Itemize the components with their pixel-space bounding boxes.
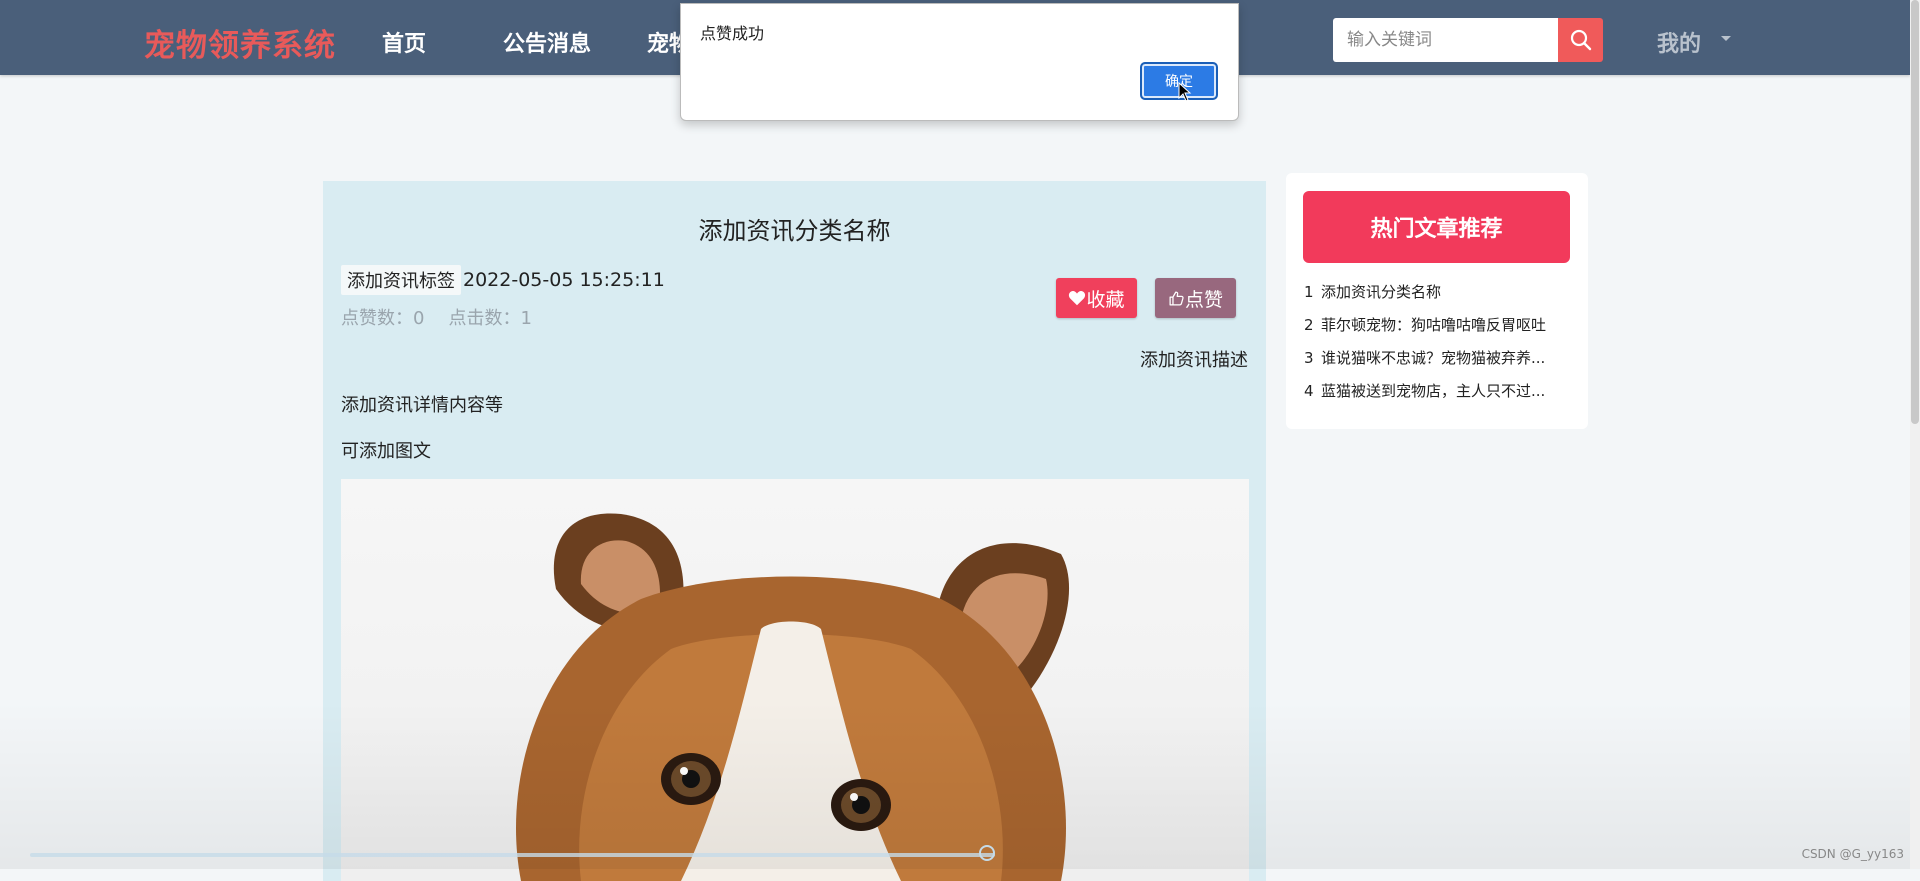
item-number: 2 bbox=[1304, 316, 1314, 334]
article-date: 2022-05-05 15:25:11 bbox=[463, 269, 665, 291]
article-title: 添加资讯分类名称 bbox=[698, 217, 891, 245]
my-menu[interactable]: 我的 bbox=[1657, 26, 1701, 58]
horizontal-scroll-track[interactable] bbox=[30, 853, 995, 857]
alert-dialog: 点赞成功 确定 bbox=[680, 3, 1239, 121]
like-label: 点赞 bbox=[1184, 288, 1223, 311]
hot-articles-list: 1 添加资讯分类名称 2 菲尔顿宠物：狗咕噜咕噜反胃呕吐 3 谁说猫咪不忠诚？宠物猫被… bbox=[1304, 281, 1574, 413]
nav-announcements[interactable]: 公告消息 bbox=[503, 26, 591, 58]
heart-icon bbox=[1069, 291, 1086, 306]
article-panel: 添加资讯分类名称 添加资讯标签 2022-05-05 15:25:11 点赞数：… bbox=[323, 181, 1266, 881]
vertical-scroll-thumb[interactable] bbox=[1911, 0, 1919, 424]
watermark: CSDN @G_yy163 bbox=[1801, 847, 1904, 861]
click-count: 点击数：1 bbox=[448, 308, 532, 329]
item-title: 添加资讯分类名称 bbox=[1321, 283, 1442, 301]
brand-logo[interactable]: 宠物领养系统 bbox=[144, 20, 336, 65]
item-title: 蓝猫被送到宠物店，主人只不过... bbox=[1321, 382, 1546, 400]
mouse-cursor-icon bbox=[1178, 82, 1192, 102]
article-image bbox=[341, 479, 1249, 881]
article-description: 添加资讯描述 bbox=[1140, 350, 1248, 371]
hot-articles-title: 热门文章推荐 bbox=[1303, 191, 1570, 263]
chevron-down-icon[interactable] bbox=[1721, 36, 1731, 41]
horizontal-scroll-handle[interactable] bbox=[979, 845, 995, 861]
search-icon bbox=[1570, 29, 1591, 51]
item-number: 4 bbox=[1304, 382, 1314, 400]
hot-article-item[interactable]: 3 谁说猫咪不忠诚？宠物猫被弃养... bbox=[1304, 347, 1574, 380]
hot-article-item[interactable]: 2 菲尔顿宠物：狗咕噜咕噜反胃呕吐 bbox=[1304, 314, 1574, 347]
search-button[interactable] bbox=[1558, 18, 1603, 62]
article-paragraph: 可添加图文 bbox=[341, 441, 431, 462]
alert-message: 点赞成功 bbox=[700, 24, 765, 43]
item-title: 菲尔顿宠物：狗咕噜咕噜反胃呕吐 bbox=[1321, 316, 1547, 334]
item-number: 3 bbox=[1304, 349, 1314, 367]
search-input[interactable] bbox=[1333, 18, 1558, 62]
favorite-label: 收藏 bbox=[1086, 288, 1125, 311]
hot-articles-panel: 热门文章推荐 1 添加资讯分类名称 2 菲尔顿宠物：狗咕噜咕噜反胃呕吐 3 谁说猫咪不… bbox=[1286, 173, 1588, 429]
article-tag: 添加资讯标签 bbox=[341, 265, 461, 295]
favorite-button[interactable]: 收藏 bbox=[1056, 278, 1137, 318]
like-button[interactable]: 点赞 bbox=[1155, 278, 1236, 318]
thumbs-up-icon bbox=[1169, 290, 1184, 306]
dog-illustration bbox=[516, 513, 1070, 881]
item-number: 1 bbox=[1304, 283, 1314, 301]
hot-article-item[interactable]: 1 添加资讯分类名称 bbox=[1304, 281, 1574, 314]
article-paragraph: 添加资讯详情内容等 bbox=[341, 395, 503, 416]
like-count: 点赞数：0 bbox=[341, 308, 425, 329]
nav-home[interactable]: 首页 bbox=[382, 26, 426, 58]
hot-article-item[interactable]: 4 蓝猫被送到宠物店，主人只不过... bbox=[1304, 380, 1574, 413]
item-title: 谁说猫咪不忠诚？宠物猫被弃养... bbox=[1321, 349, 1546, 367]
search-box bbox=[1333, 18, 1603, 62]
article-stats: 点赞数：0 点击数：1 bbox=[341, 304, 556, 330]
